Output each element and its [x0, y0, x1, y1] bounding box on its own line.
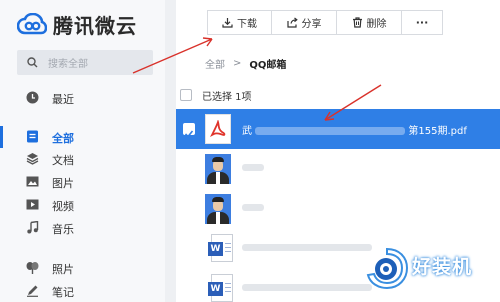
- photo-icon: [26, 262, 39, 274]
- share-button[interactable]: 分享: [272, 10, 337, 35]
- site-watermark: 好装机: [360, 240, 500, 302]
- file-name: [242, 162, 264, 173]
- clock-icon: [26, 91, 39, 104]
- pdf-file-icon: [205, 114, 231, 144]
- file-name: [242, 282, 372, 293]
- selection-bar: 已选择 1项: [180, 86, 500, 104]
- sidebar-item-label: 视频: [52, 200, 74, 213]
- search-icon: [27, 57, 38, 68]
- sidebar-item-music[interactable]: 音乐: [0, 217, 165, 239]
- sidebar-item-label: 照片: [52, 263, 74, 276]
- watermark-text: 好装机: [412, 256, 473, 278]
- sidebar-item-label: 文档: [52, 154, 74, 167]
- trash-icon: [352, 17, 362, 28]
- sidebar-item-recent[interactable]: 最近: [0, 87, 165, 109]
- word-file-icon: W: [205, 234, 233, 264]
- sidebar-item-label: 图片: [52, 177, 74, 190]
- app-name: 腾讯微云: [53, 13, 137, 38]
- breadcrumb-separator: >: [233, 58, 242, 69]
- note-icon: [27, 285, 38, 297]
- redacted-text: [242, 283, 372, 291]
- more-button[interactable]: ···: [402, 10, 443, 35]
- app-logo[interactable]: 腾讯微云: [17, 10, 137, 38]
- layers-icon: [26, 153, 39, 165]
- file-row[interactable]: [176, 189, 500, 229]
- search-placeholder: 搜索全部: [48, 59, 88, 70]
- file-toolbar: 下载 分享 删除 ···: [207, 10, 443, 35]
- sidebar-item-docs[interactable]: 文档: [0, 148, 165, 170]
- sidebar-item-notes[interactable]: 笔记: [0, 280, 165, 302]
- sidebar-item-label: 音乐: [52, 223, 74, 236]
- file-row[interactable]: [176, 149, 500, 189]
- select-all-checkbox[interactable]: [180, 89, 192, 101]
- delete-button[interactable]: 删除: [337, 10, 402, 35]
- check-icon: [184, 130, 194, 138]
- all-files-icon: [27, 130, 38, 143]
- download-label: 下载: [237, 19, 257, 30]
- file-name: [242, 242, 372, 253]
- share-label: 分享: [301, 19, 322, 30]
- redacted-text: [242, 243, 372, 251]
- sidebar-item-images[interactable]: 图片: [0, 171, 165, 193]
- delete-label: 删除: [366, 19, 387, 30]
- download-button[interactable]: 下载: [207, 10, 272, 35]
- search-input[interactable]: 搜索全部: [17, 50, 153, 75]
- breadcrumb-root[interactable]: 全部: [205, 56, 225, 71]
- sidebar-scrollbar[interactable]: [165, 0, 176, 302]
- file-name: 武 第155期.pdf: [242, 126, 467, 137]
- redacted-text: [242, 203, 264, 211]
- word-file-icon: W: [205, 274, 233, 302]
- cloud-logo-icon: [17, 13, 47, 35]
- photo-thumbnail: [205, 194, 231, 224]
- row-checkbox[interactable]: [183, 123, 195, 138]
- breadcrumb: 全部 > QQ邮箱: [205, 56, 286, 71]
- sidebar-item-all[interactable]: 全部: [0, 126, 165, 148]
- selection-count: 已选择 1项: [202, 91, 252, 103]
- watermark-logo-icon: [366, 247, 409, 290]
- sidebar: 腾讯微云 搜索全部 最近 全部 文档 图片 视频 音乐 照片 笔记: [0, 0, 165, 302]
- file-name: [242, 202, 264, 213]
- redacted-text: [242, 163, 264, 171]
- sidebar-item-label: 全部: [52, 132, 74, 145]
- arrow-head-download: [202, 37, 213, 47]
- file-row[interactable]: 武 第155期.pdf: [176, 109, 500, 149]
- video-icon: [26, 199, 39, 210]
- sidebar-item-videos[interactable]: 视频: [0, 194, 165, 216]
- more-icon: ···: [415, 16, 429, 29]
- sidebar-item-photos[interactable]: 照片: [0, 257, 165, 279]
- sidebar-item-label: 笔记: [52, 286, 74, 299]
- photo-thumbnail: [205, 154, 231, 184]
- share-icon: [286, 17, 298, 28]
- redacted-text: [255, 127, 406, 135]
- music-icon: [27, 221, 39, 234]
- sidebar-item-label: 最近: [52, 93, 74, 106]
- image-icon: [26, 176, 39, 187]
- breadcrumb-current: QQ邮箱: [249, 60, 287, 71]
- download-icon: [222, 18, 233, 28]
